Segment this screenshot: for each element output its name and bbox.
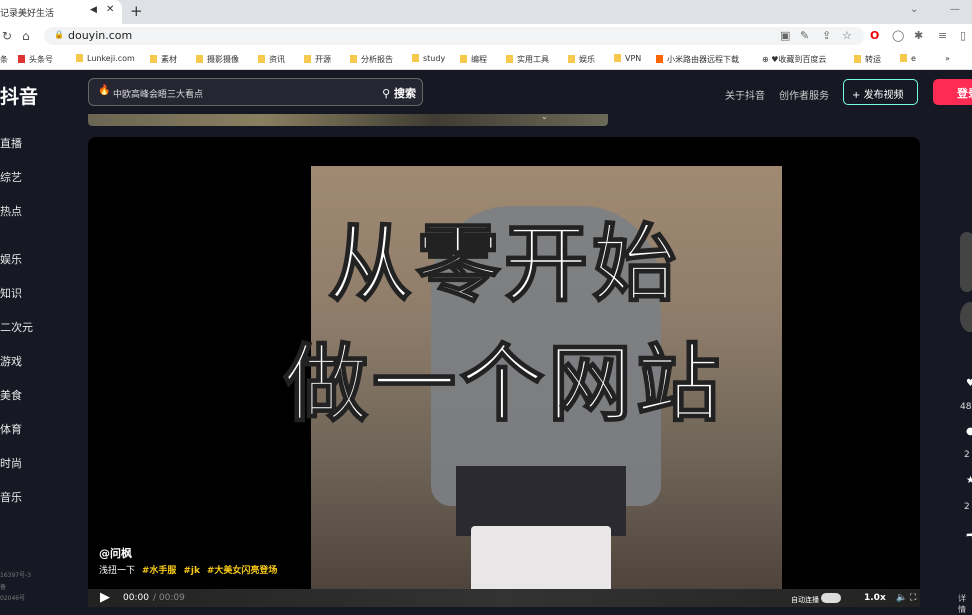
bookmark[interactable]: 条 (0, 54, 8, 65)
minimize-button[interactable]: — (950, 4, 960, 15)
sidebar-item[interactable]: 游戏 (0, 353, 22, 369)
bookmark[interactable]: 转运 (854, 54, 881, 65)
sidebar-item[interactable]: 直播 (0, 135, 22, 151)
next-video-button[interactable] (960, 232, 972, 292)
fire-icon: 🔥 (98, 85, 111, 96)
bookmark[interactable]: 分析报告 (350, 54, 393, 65)
sidebar-item[interactable]: 体育 (0, 421, 22, 437)
sidebar-item[interactable]: 二次元 (0, 319, 33, 335)
current-time: 00:00 (123, 593, 149, 603)
bookmark[interactable]: 素材 (150, 54, 177, 65)
about-link[interactable]: 关于抖音 (725, 87, 765, 102)
search-button[interactable]: ⚲ 搜索 (382, 85, 416, 101)
video-description: 浅扭一下 #水手服 #jk #大美女闪亮登场 (99, 563, 277, 576)
chevron-down-icon[interactable]: ⌄ (541, 112, 548, 121)
speed-button[interactable]: 1.0x (864, 593, 886, 603)
url-input[interactable]: 🔒 douyin.com (44, 27, 864, 45)
hashtag[interactable]: #水手服 (142, 566, 177, 576)
extension-icon[interactable]: ◯ (892, 29, 904, 42)
bookmark[interactable]: study (412, 54, 445, 63)
bookmark[interactable]: 资讯 (258, 54, 285, 65)
sidepanel-icon[interactable]: ▯ (960, 29, 966, 42)
bookmarks-bar: 条 头条号 Lunkeji.com 素材 摄影摄像 资讯 开源 分析报告 stu… (0, 48, 972, 70)
lock-icon: 🔒 (54, 30, 64, 39)
bookmark[interactable]: 娱乐 (568, 54, 595, 65)
volume-icon[interactable]: 🔈 (896, 593, 907, 603)
top-bar: 🔥中欧高峰会晤三大看点 ⚲ 搜索 关于抖音 创作者服务 + 发布视频 登录 (68, 70, 972, 118)
author-avatar[interactable] (960, 302, 972, 332)
new-tab-button[interactable]: + (130, 2, 143, 20)
overlay-title-line1: 从零开始 (327, 213, 680, 314)
desc-text: 浅扭一下 (99, 566, 136, 576)
close-tab-icon[interactable]: ✕ (106, 4, 114, 15)
duration: / 00:09 (153, 593, 185, 603)
search-input[interactable]: 🔥 中欧高峰会晤三大看点 ⚲ 搜索 (88, 78, 423, 106)
favorite-icon[interactable]: ★ (966, 475, 972, 486)
footer-text: 02046号 (0, 595, 26, 602)
hashtag[interactable]: #jk (183, 566, 200, 576)
tab-title: 记录美好生活 (0, 9, 55, 19)
install-icon[interactable]: ▣ (780, 29, 790, 42)
overlay-title-line2: 做一个网站 (283, 333, 724, 434)
url-text: douyin.com (68, 29, 133, 42)
bookmark[interactable]: Lunkeji.com (76, 54, 135, 63)
favorite-count: 2 (964, 502, 970, 512)
sidebar: 抖音 直播 综艺 热点 娱乐 知识 二次元 游戏 美食 体育 时尚 音乐 163… (0, 70, 68, 607)
like-count: 48 (960, 402, 972, 412)
browser-tab[interactable]: 记录美好生活 ◀ ✕ (0, 0, 122, 24)
autoplay-toggle[interactable]: 自动连播 (791, 593, 842, 605)
sidebar-item[interactable]: 热点 (0, 203, 22, 219)
action-bar (920, 137, 972, 607)
bookmark[interactable]: VPN (614, 54, 641, 63)
sidebar-item[interactable]: 时尚 (0, 455, 22, 471)
more-bookmarks-icon[interactable]: » (945, 54, 950, 63)
video-player[interactable]: 从零开始 做一个网站 @问枫 浅扭一下 #水手服 #jk #大美女闪亮登场 ▶ … (88, 137, 920, 607)
bookmark[interactable]: 实用工具 (506, 54, 549, 65)
address-bar: ↻ ⌂ 🔒 douyin.com ▣ ✎ ⇪ ☆ O ◯ ✱ ≡ ▯ (0, 24, 972, 48)
bookmark[interactable]: e (900, 54, 916, 63)
speaker-icon[interactable]: ◀ (90, 5, 97, 15)
publish-button[interactable]: + 发布视频 (843, 79, 918, 105)
footer-text: 备 (0, 584, 7, 591)
bookmark[interactable]: 小米路由器远程下载 (656, 54, 739, 65)
reload-icon[interactable]: ↻ (2, 29, 12, 43)
author-name[interactable]: @问枫 (99, 545, 132, 561)
creator-link[interactable]: 创作者服务 (779, 87, 829, 102)
comment-count: 2 (964, 450, 970, 460)
tab-search-icon[interactable]: ⌄ (910, 4, 918, 15)
login-button[interactable]: 登录 (933, 79, 972, 105)
sidebar-item[interactable]: 美食 (0, 387, 22, 403)
puzzle-icon[interactable]: ✱ (914, 29, 923, 42)
hashtag[interactable]: #大美女闪亮登场 (207, 566, 278, 576)
reading-list-icon[interactable]: ≡ (938, 29, 947, 42)
bookmark[interactable]: 头条号 (18, 54, 53, 65)
play-icon[interactable]: ▶ (100, 590, 110, 605)
bookmark[interactable]: 开源 (304, 54, 331, 65)
share-icon[interactable]: ➦ (966, 530, 972, 541)
bookmark[interactable]: ⊕ ♥收藏到百度云 (762, 54, 826, 65)
share-icon[interactable]: ⇪ (822, 29, 831, 42)
fullscreen-icon[interactable]: ⛶ (910, 593, 916, 603)
search-value: 中欧高峰会晤三大看点 (113, 90, 204, 100)
browser-tab-bar: 记录美好生活 ◀ ✕ + ⌄ — (0, 0, 972, 24)
sidebar-item[interactable]: 娱乐 (0, 251, 22, 267)
like-icon[interactable]: ♥ (966, 378, 972, 389)
home-icon[interactable]: ⌂ (22, 29, 30, 43)
edit-icon[interactable]: ✎ (800, 29, 809, 42)
bookmark[interactable]: 摄影摄像 (196, 54, 239, 65)
bookmark[interactable]: 编程 (460, 54, 487, 65)
star-icon[interactable]: ☆ (842, 29, 852, 42)
footer-text: 16397号-3 (0, 572, 32, 579)
detail-button[interactable]: 详情 (958, 593, 972, 615)
sidebar-item[interactable]: 综艺 (0, 169, 22, 185)
player-controls: ▶ 00:00 / 00:09 自动连播 1.0x 🔈 ⛶ (88, 589, 920, 607)
douyin-logo[interactable]: 抖音 (0, 82, 38, 109)
opera-icon[interactable]: O (870, 29, 879, 42)
sidebar-item[interactable]: 音乐 (0, 489, 22, 505)
comment-icon[interactable]: ● (966, 426, 972, 437)
sidebar-item[interactable]: 知识 (0, 285, 22, 301)
previous-video-thumbnail[interactable] (88, 114, 608, 126)
